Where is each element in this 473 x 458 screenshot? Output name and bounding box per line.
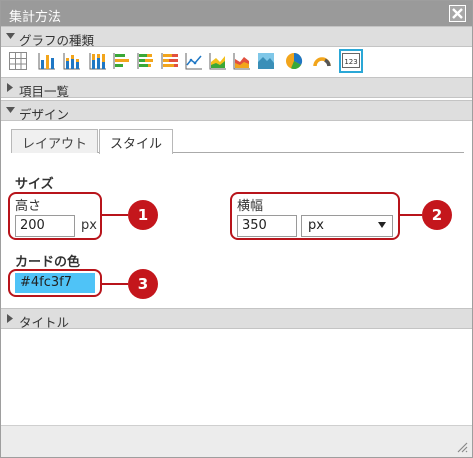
section-title-label: タイトル	[19, 315, 70, 330]
chart-type-percent-horizontal-bar[interactable]	[159, 50, 181, 72]
callout-badge-1: 1	[128, 200, 158, 230]
section-design[interactable]: デザイン	[1, 100, 472, 122]
section-title[interactable]: タイトル	[1, 308, 472, 330]
aggregation-panel: 集計方法 グラフの種類 123 項目一覧 デザイン レイアウト スタイル サイズ…	[0, 0, 473, 458]
caret-right-icon	[7, 83, 13, 92]
caret-down-icon	[6, 107, 15, 113]
chart-type-gauge[interactable]	[311, 50, 333, 72]
number-card-icon: 123	[342, 53, 360, 68]
chart-type-bar[interactable]	[36, 50, 58, 72]
height-unit: px	[81, 218, 97, 233]
chart-type-area[interactable]	[207, 50, 229, 72]
section-design-label: デザイン	[19, 107, 70, 122]
chart-type-toolbar: 123	[1, 47, 472, 77]
chart-type-stacked-area[interactable]	[231, 50, 253, 72]
panel-footer	[1, 425, 472, 457]
number-card-icon-text: 123	[344, 58, 357, 66]
height-input[interactable]: 200	[15, 215, 75, 237]
callout-badge-2: 2	[422, 200, 452, 230]
chart-type-stacked-horizontal-bar[interactable]	[135, 50, 157, 72]
tab-style[interactable]: スタイル	[99, 129, 174, 154]
bar-chart-icon	[38, 53, 55, 70]
callout-badge-3: 3	[128, 269, 158, 299]
width-unit-value: px	[308, 218, 324, 233]
gauge-chart-icon	[313, 57, 331, 67]
width-unit-select[interactable]: px	[301, 215, 393, 237]
height-label: 高さ	[15, 199, 42, 214]
chart-type-pie[interactable]	[283, 50, 305, 72]
chart-type-number-card[interactable]: 123	[339, 49, 363, 73]
pie-chart-icon	[286, 52, 303, 70]
resize-grip-icon[interactable]	[456, 441, 468, 453]
size-heading: サイズ	[15, 177, 54, 192]
stacked-area-chart-icon	[233, 53, 250, 70]
width-label: 横幅	[237, 199, 264, 214]
card-color-input[interactable]: #4fc3f7	[15, 273, 95, 293]
line-chart-icon	[185, 53, 202, 70]
callout-connector-1	[102, 214, 128, 216]
width-input[interactable]: 350	[237, 215, 297, 237]
tab-layout[interactable]: レイアウト	[11, 129, 99, 153]
percent-area-chart-icon	[258, 53, 274, 69]
close-button[interactable]	[449, 5, 466, 22]
caret-down-icon	[6, 33, 15, 39]
horizontal-bar-chart-icon	[113, 53, 129, 69]
callout-connector-3	[102, 283, 128, 285]
close-icon	[452, 8, 463, 19]
section-graph-type[interactable]: グラフの種類	[1, 26, 472, 48]
title-bar[interactable]: 集計方法	[1, 1, 472, 26]
callout-connector-2	[400, 214, 422, 216]
caret-down-icon	[378, 222, 386, 228]
chart-type-line[interactable]	[183, 50, 205, 72]
percent-horizontal-bar-chart-icon	[161, 53, 178, 69]
stacked-horizontal-bar-chart-icon	[137, 53, 153, 69]
design-tabs: レイアウト スタイル	[11, 129, 464, 154]
panel-title: 集計方法	[9, 10, 62, 25]
chart-type-percent-bar[interactable]	[87, 50, 109, 72]
card-color-label: カードの色	[15, 255, 81, 270]
chart-type-stacked-bar[interactable]	[61, 50, 83, 72]
chart-type-horizontal-bar[interactable]	[111, 50, 133, 72]
chart-type-table[interactable]	[7, 50, 29, 72]
caret-right-icon	[7, 314, 13, 323]
table-icon	[9, 52, 27, 70]
section-items-label: 項目一覧	[19, 84, 70, 99]
chart-type-percent-area[interactable]	[255, 50, 277, 72]
area-chart-icon	[209, 53, 226, 70]
percent-bar-chart-icon	[89, 53, 106, 70]
section-items[interactable]: 項目一覧	[1, 77, 472, 99]
stacked-bar-chart-icon	[63, 53, 80, 70]
